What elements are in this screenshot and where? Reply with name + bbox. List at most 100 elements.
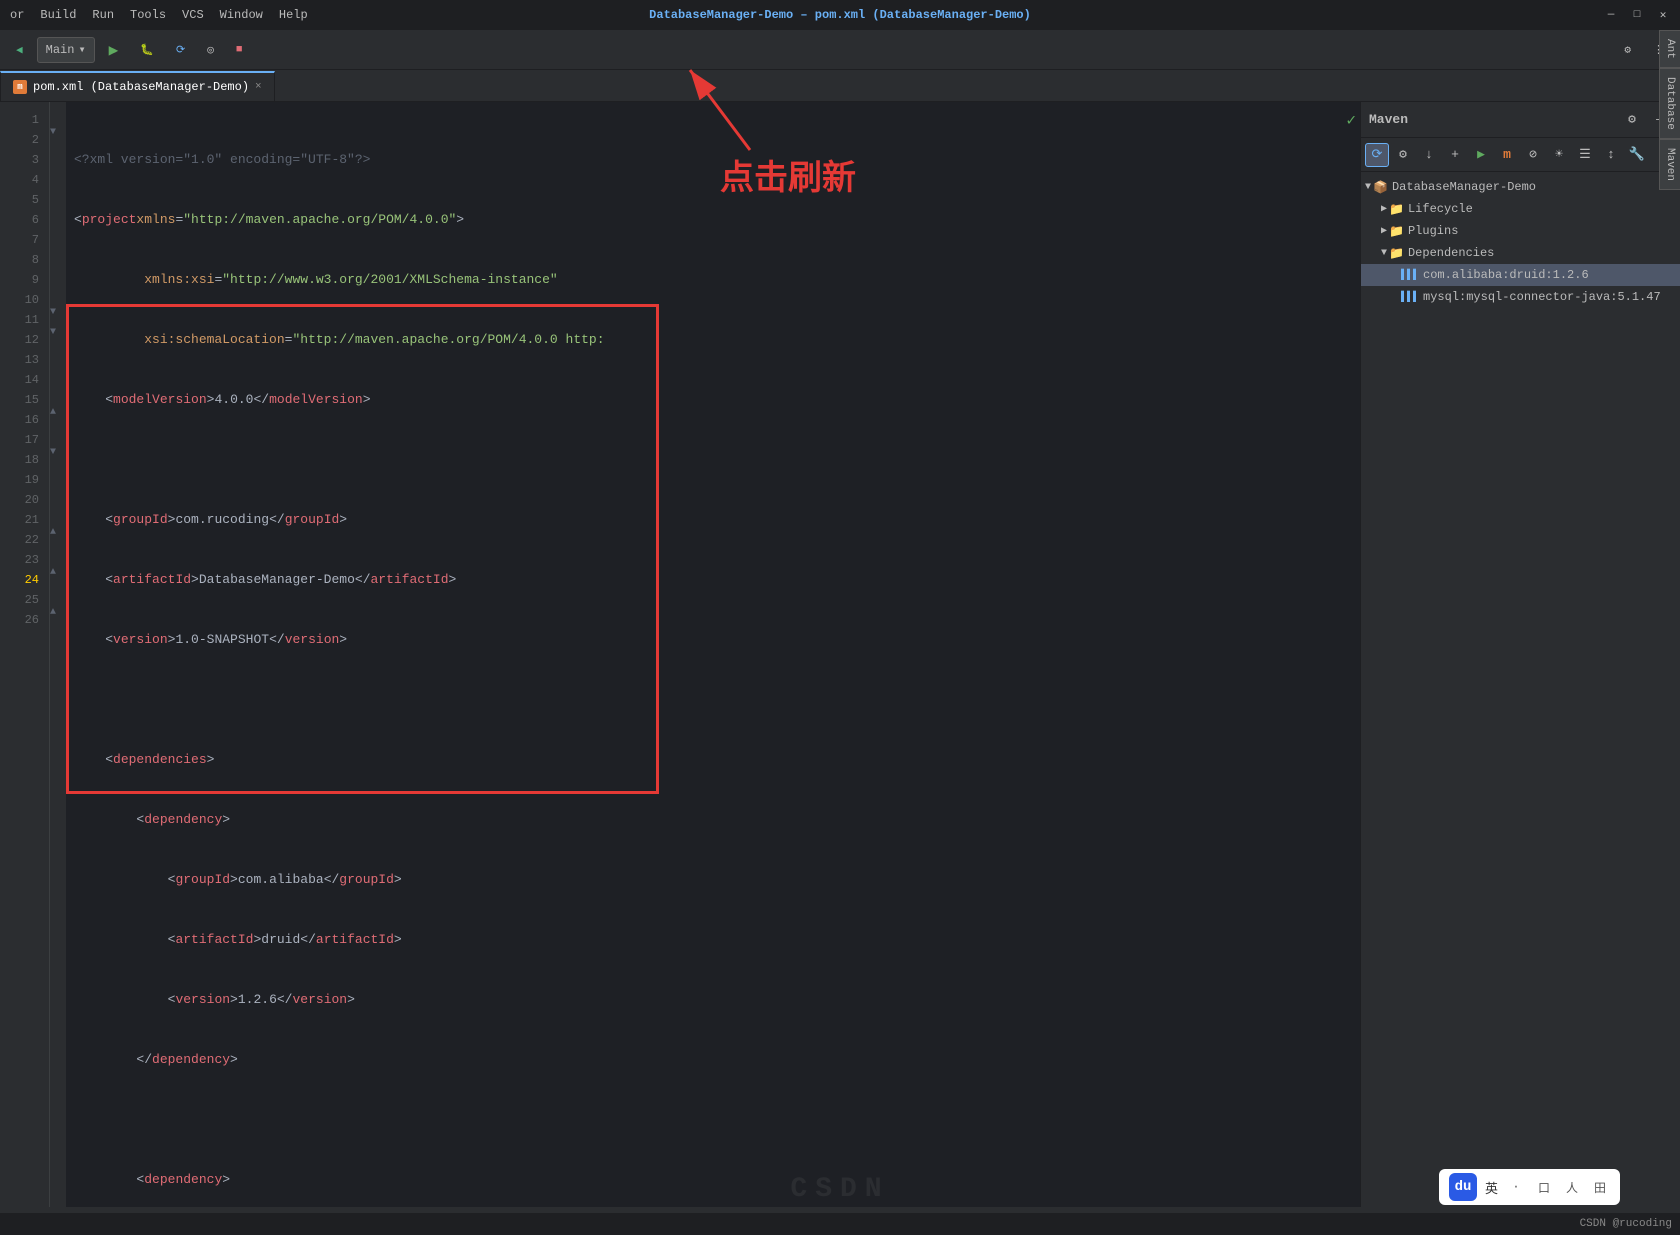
code-line-1: <?xml version="1.0" encoding="UTF-8"?> [74,150,1360,170]
root-icon: 📦 [1373,180,1388,195]
close-button[interactable]: ✕ [1656,8,1670,22]
maven-settings2-button[interactable]: ↕ [1599,143,1623,167]
run-config-label: Main [46,43,75,57]
ime-logo: du [1449,1173,1477,1201]
mysql-dep-icon: ▌▌▌ [1401,292,1419,303]
menu-tools[interactable]: Tools [130,8,166,22]
debug-button[interactable]: 🐛 [132,37,162,63]
plugins-folder-icon: 📁 [1389,224,1404,239]
ime-grid-icon[interactable]: 田 [1590,1177,1610,1197]
deps-folder-icon: 📁 [1389,246,1404,261]
ime-keyboard-icon[interactable]: 口 [1534,1177,1554,1197]
reload-button[interactable]: ⟳ [168,37,193,63]
code-line-8: <artifactId>DatabaseManager-Demo</artifa… [74,570,1360,590]
code-content[interactable]: <?xml version="1.0" encoding="UTF-8"?> <… [66,102,1360,1207]
tab-label: pom.xml (DatabaseManager-Demo) [33,80,249,94]
mysql-label: mysql:mysql-connector-java:5.1.47 [1423,290,1661,304]
code-line-16: </dependency> [74,1050,1360,1070]
maven-generate-sources-button[interactable]: ⚙ [1391,143,1415,167]
code-line-4: xsi:schemaLocation="http://maven.apache.… [74,330,1360,350]
side-tab-ant[interactable]: Ant [1659,30,1680,68]
code-editor[interactable]: 1 2 3 4 5 6 7 8 9 10 11 12 13 14 15 16 1… [0,102,1360,1207]
ime-input-mode: 英 [1485,1178,1498,1197]
code-line-17 [74,1110,1360,1130]
settings-button[interactable]: ⚙ [1616,37,1639,63]
maven-reload-button[interactable]: ⟳ [1365,143,1389,167]
code-line-7: <groupId>com.rucoding</groupId> [74,510,1360,530]
maven-toolbar: ⟳ ⚙ ↓ + ▶ m ⊘ ☀ ☰ ↕ 🔧 [1361,138,1680,172]
maven-tree-lifecycle[interactable]: ▶ 📁 Lifecycle [1361,198,1680,220]
window-title: DatabaseManager-Demo – pom.xml (Database… [649,8,1031,22]
lifecycle-label: Lifecycle [1408,202,1473,216]
deps-expand-arrow: ▼ [1381,248,1387,259]
menu-build[interactable]: Build [40,8,76,22]
code-line-18: <dependency> [74,1170,1360,1190]
editor-tabs: m pom.xml (DatabaseManager-Demo) × [0,70,1680,102]
maximize-button[interactable]: □ [1630,8,1644,22]
code-line-11: <dependencies> [74,750,1360,770]
main-toolbar: ◀ Main ▾ ▶ 🐛 ⟳ ◎ ■ ⚙ ⋮ [0,30,1680,70]
maven-tree-dependencies[interactable]: ▼ 📁 Dependencies [1361,242,1680,264]
validation-checkmark: ✓ [1346,110,1356,130]
code-line-3: xmlns:xsi="http://www.w3.org/2001/XMLSch… [74,270,1360,290]
status-text: CSDN @rucoding [1580,1218,1672,1230]
maven-wrench-button[interactable]: 🔧 [1625,143,1649,167]
lifecycle-expand-arrow: ▶ [1381,203,1387,215]
maven-tree-druid[interactable]: ▌▌▌ com.alibaba:druid:1.2.6 [1361,264,1680,286]
ime-dot-icon[interactable]: · [1506,1177,1526,1197]
druid-label: com.alibaba:druid:1.2.6 [1423,268,1589,282]
maven-tree-root[interactable]: ▼ 📦 DatabaseManager-Demo [1361,176,1680,198]
menu-window[interactable]: Window [220,8,263,22]
maven-m-button[interactable]: m [1495,143,1519,167]
maven-tree-plugins[interactable]: ▶ 📁 Plugins [1361,220,1680,242]
maven-add-button[interactable]: + [1443,143,1467,167]
run-button[interactable]: ▶ [101,37,127,63]
side-tabs: Ant Database Maven [1659,30,1680,190]
line-numbers-gutter: 1 2 3 4 5 6 7 8 9 10 11 12 13 14 15 16 1… [0,102,50,1207]
main-content: 1 2 3 4 5 6 7 8 9 10 11 12 13 14 15 16 1… [0,102,1680,1207]
code-line-14: <artifactId>druid</artifactId> [74,930,1360,950]
code-line-12: <dependency> [74,810,1360,830]
ime-user-icon[interactable]: 人 [1562,1177,1582,1197]
run-configuration-selector[interactable]: Main ▾ [37,37,95,63]
status-bar: CSDN @rucoding [0,1213,1680,1235]
back-button[interactable]: ◀ [8,37,31,63]
code-line-5: <modelVersion>4.0.0</modelVersion> [74,390,1360,410]
maven-settings-button[interactable]: ⚙ [1620,108,1644,132]
maven-skip-tests-button[interactable]: ⊘ [1521,143,1545,167]
druid-dep-icon: ▌▌▌ [1401,270,1419,281]
stop-button[interactable]: ■ [228,37,251,63]
code-line-2: <project xmlns="http://maven.apache.org/… [74,210,1360,230]
maven-panel-title: Maven [1369,112,1408,127]
dropdown-arrow-icon: ▾ [78,42,85,57]
side-tab-database[interactable]: Database [1659,68,1680,139]
maven-toggle-button[interactable]: ☀ [1547,143,1571,167]
side-tab-maven[interactable]: Maven [1659,139,1680,190]
ime-toolbar: du 英 · 口 人 田 [1439,1169,1620,1205]
fold-gutter: ▼ ▼ ▼ ▲ ▼ ▲ [50,102,66,1207]
deps-label: Dependencies [1408,246,1494,260]
maven-panel: Maven ⚙ — ⟳ ⚙ ↓ + ▶ m ⊘ ☀ ☰ ↕ 🔧 ▼ 📦 [1360,102,1680,1207]
menu-or[interactable]: or [10,8,24,22]
root-expand-arrow: ▼ [1365,182,1371,193]
maven-profiles-button[interactable]: ☰ [1573,143,1597,167]
code-line-15: <version>1.2.6</version> [74,990,1360,1010]
maven-tree-mysql[interactable]: ▌▌▌ mysql:mysql-connector-java:5.1.47 [1361,286,1680,308]
maven-download-button[interactable]: ↓ [1417,143,1441,167]
plugins-label: Plugins [1408,224,1458,238]
code-line-6 [74,450,1360,470]
code-line-9: <version>1.0-SNAPSHOT</version> [74,630,1360,650]
maven-panel-header: Maven ⚙ — [1361,102,1680,138]
menu-bar-items: or Build Run Tools VCS Window Help [10,8,308,22]
minimize-button[interactable]: — [1604,8,1618,22]
plugins-expand-arrow: ▶ [1381,225,1387,237]
title-bar: or Build Run Tools VCS Window Help Datab… [0,0,1680,30]
menu-vcs[interactable]: VCS [182,8,204,22]
maven-run-button[interactable]: ▶ [1469,143,1493,167]
menu-help[interactable]: Help [279,8,308,22]
pom-xml-tab[interactable]: m pom.xml (DatabaseManager-Demo) × [0,71,275,101]
menu-run[interactable]: Run [92,8,114,22]
code-line-13: <groupId>com.alibaba</groupId> [74,870,1360,890]
coverage-button[interactable]: ◎ [199,37,222,63]
tab-close-button[interactable]: × [255,81,262,93]
